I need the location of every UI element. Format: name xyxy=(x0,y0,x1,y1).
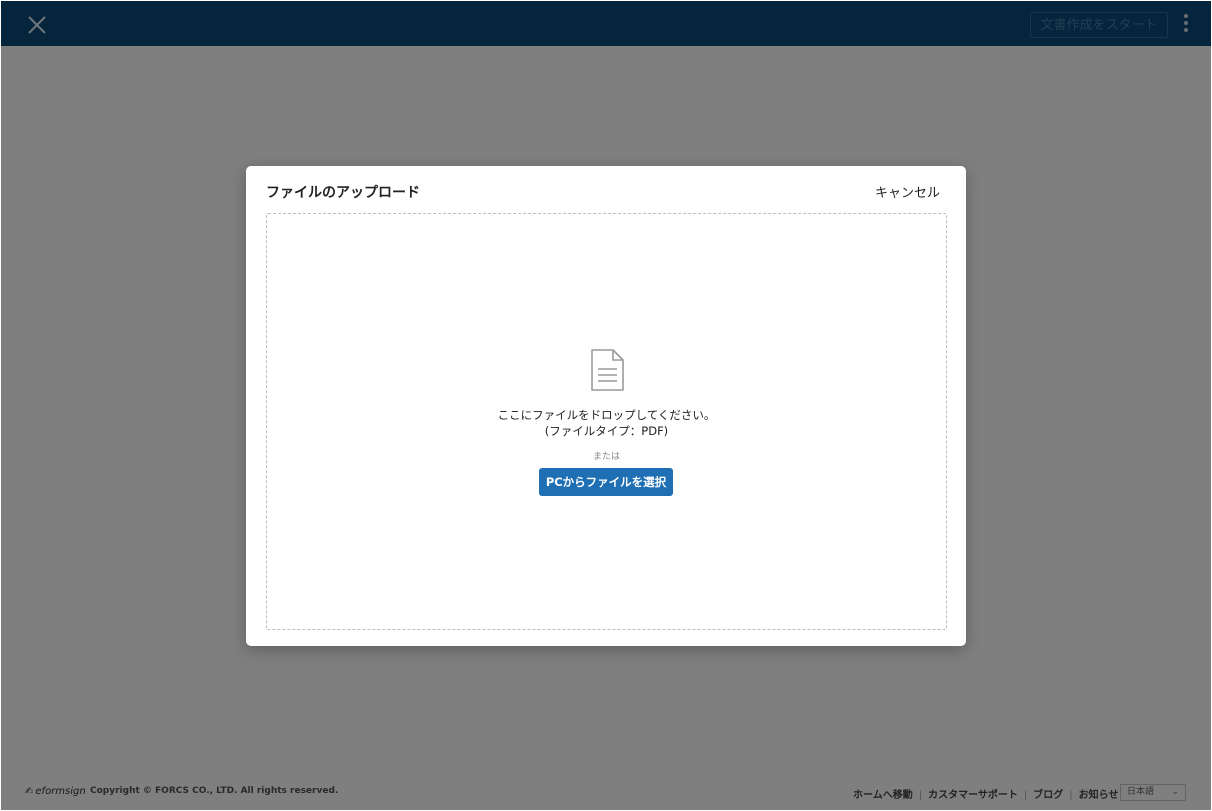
file-type-note: (ファイルタイプ：PDF) xyxy=(544,424,669,438)
drop-instruction-line: ここにファイルをドロップしてください。 xyxy=(497,408,716,422)
cancel-button[interactable]: キャンセル xyxy=(875,182,940,201)
document-icon xyxy=(589,348,625,392)
drop-instruction: ここにファイルをドロップしてください。 (ファイルタイプ：PDF) xyxy=(267,407,946,439)
file-drop-zone[interactable]: ここにファイルをドロップしてください。 (ファイルタイプ：PDF) または PC… xyxy=(266,213,947,630)
upload-dialog: ファイルのアップロード キャンセル ここにファイルをドロップしてください。 (フ… xyxy=(246,166,966,646)
dialog-title: ファイルのアップロード xyxy=(266,185,420,201)
or-label: または xyxy=(592,452,620,462)
select-file-button[interactable]: PCからファイルを選択 xyxy=(539,468,673,496)
